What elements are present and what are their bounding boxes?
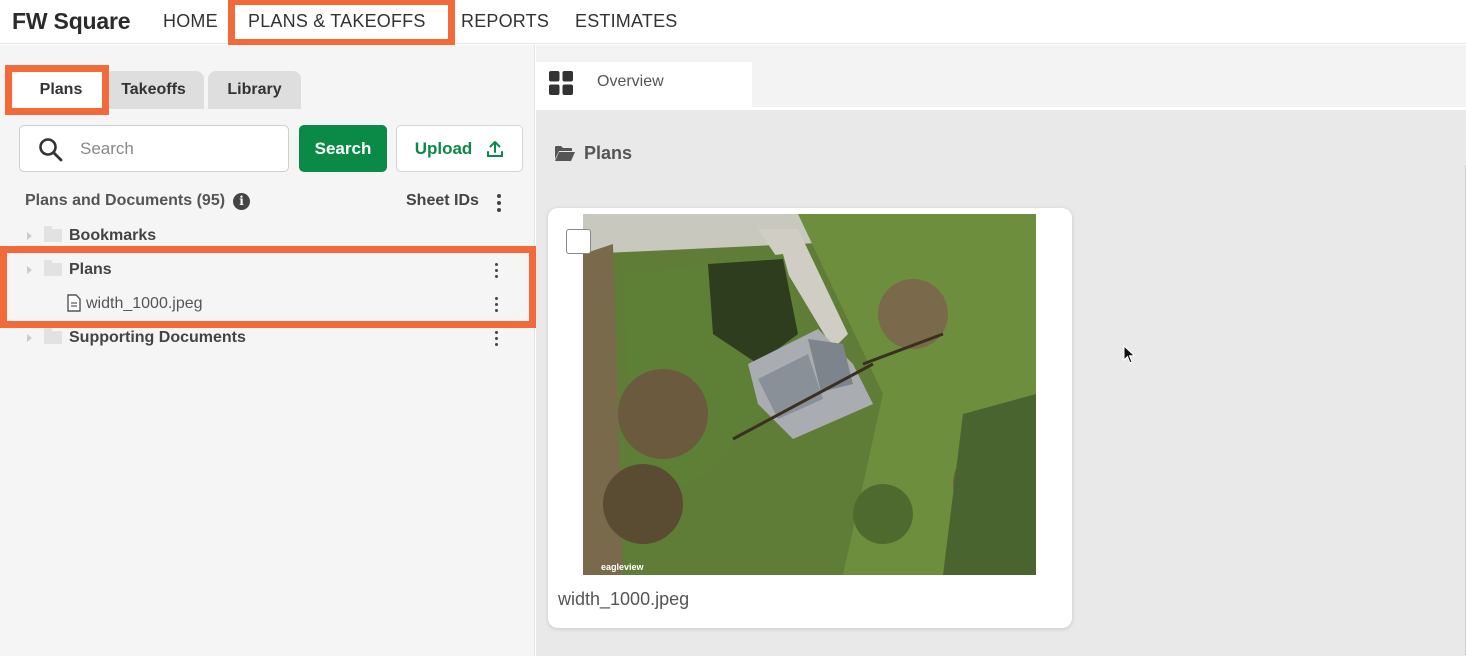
folder-open-icon <box>555 146 575 161</box>
tab-library[interactable]: Library <box>208 71 301 109</box>
left-panel: Takeoffs Library Plans Search Upload Pla… <box>0 45 536 656</box>
sheet-ids-label[interactable]: Sheet IDs <box>406 192 479 210</box>
top-navigation: FW Square HOME PLANS & TAKEOFFS REPORTS … <box>0 0 1466 46</box>
brand-logo[interactable]: FW Square <box>12 8 131 35</box>
supporting-menu-icon[interactable] <box>493 331 499 346</box>
search-input[interactable] <box>80 138 280 160</box>
folder-icon <box>44 328 62 344</box>
overview-tabbar: Overview <box>536 45 1466 107</box>
plans-section-heading: Plans <box>554 143 632 164</box>
overview-tab-label: Overview <box>597 73 664 90</box>
highlight-box-tree <box>0 246 536 328</box>
sheet-ids-menu-icon[interactable] <box>496 194 502 212</box>
tree-label-bookmarks: Bookmarks <box>69 227 157 244</box>
documents-count-label: Plans and Documents (95) <box>25 192 226 209</box>
plan-card-title: width_1000.jpeg <box>558 589 690 609</box>
watermark-text: eagleview <box>601 562 644 572</box>
aerial-image <box>583 214 1036 575</box>
divider <box>536 107 1466 110</box>
highlight-box-nav <box>228 0 455 46</box>
caret-right-icon[interactable] <box>27 334 32 342</box>
nav-home[interactable]: HOME <box>163 11 218 32</box>
mouse-cursor-icon <box>1123 345 1136 364</box>
tab-takeoffs[interactable]: Takeoffs <box>103 71 204 109</box>
search-icon <box>39 138 63 162</box>
highlight-box-tab <box>5 65 109 115</box>
grid-icon <box>549 71 573 95</box>
plans-heading-label: Plans <box>584 143 633 163</box>
plan-select-checkbox[interactable] <box>566 229 591 254</box>
nav-estimates[interactable]: ESTIMATES <box>575 11 677 32</box>
upload-label: Upload <box>414 138 473 158</box>
search-field[interactable] <box>19 125 289 172</box>
documents-header: Plans and Documents (95) i <box>25 192 251 210</box>
tree-label-supporting-documents: Supporting Documents <box>69 329 246 346</box>
caret-right-icon[interactable] <box>27 232 32 240</box>
info-icon[interactable]: i <box>233 192 251 210</box>
tab-overview[interactable]: Overview <box>536 62 752 107</box>
folder-icon <box>44 226 62 242</box>
overview-panel: Overview Plans eagleview width_1000.jpeg <box>536 45 1466 656</box>
search-button[interactable]: Search <box>299 125 387 172</box>
plan-thumbnail[interactable]: eagleview <box>583 214 1036 575</box>
upload-icon <box>487 140 504 157</box>
upload-button[interactable]: Upload <box>396 125 523 172</box>
plan-card[interactable]: eagleview width_1000.jpeg <box>548 208 1072 628</box>
nav-reports[interactable]: REPORTS <box>461 11 549 32</box>
